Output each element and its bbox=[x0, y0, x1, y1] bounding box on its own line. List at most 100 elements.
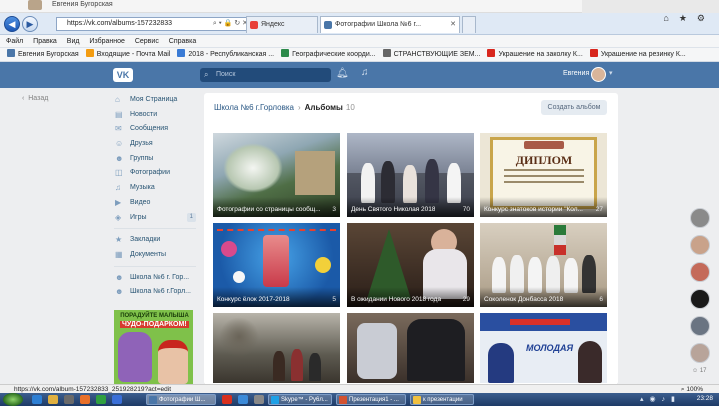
bell-icon[interactable]: 🔔︎ bbox=[336, 68, 349, 79]
album-tile[interactable]: Конкурс ёлок 2017-2018 5 bbox=[213, 223, 340, 307]
sidebar-item-news[interactable]: ▤ Новости bbox=[114, 108, 196, 123]
sidebar-item-documents[interactable]: ▦ Документы bbox=[114, 248, 196, 263]
breadcrumb-group[interactable]: Школа №6 г.Горловка bbox=[214, 103, 294, 112]
media-quicklaunch-icon[interactable] bbox=[64, 395, 74, 404]
sidebar-item-friends[interactable]: ☺ Друзья bbox=[114, 137, 196, 152]
explorer-quicklaunch-icon[interactable] bbox=[48, 395, 58, 404]
new-tab-button[interactable] bbox=[462, 16, 476, 33]
favorite-link[interactable]: Украшение на резинку К... bbox=[589, 48, 686, 61]
favorite-link[interactable]: СТРАНСТВУЮЩИЕ ЗЕМ... bbox=[382, 48, 480, 61]
album-tile[interactable]: В ожидании Нового 2018 года 29 bbox=[347, 223, 474, 307]
search-icon: ⌕ bbox=[204, 70, 209, 79]
album-title: Конкурс знатоков истории "Кол... bbox=[484, 206, 583, 213]
address-bar[interactable]: https://vk.com/albums-157232833 ⌕ ▾ 🔒 ↻ … bbox=[56, 17, 252, 31]
games-icon: ◈ bbox=[115, 212, 122, 222]
taskbar-window-label: Skype™ - Ру6л... bbox=[281, 397, 328, 403]
chat-count-value: 17 bbox=[699, 368, 707, 374]
app-quicklaunch-icon[interactable] bbox=[96, 395, 106, 404]
sidebar-item-photos[interactable]: ◫ Фотографии bbox=[114, 166, 196, 181]
create-album-button[interactable]: Создать альбом bbox=[541, 100, 607, 115]
start-button[interactable] bbox=[3, 393, 23, 406]
sidebar-item-video[interactable]: ▶ Видео bbox=[114, 196, 196, 211]
menu-help[interactable]: Справка bbox=[169, 35, 196, 48]
close-tab-icon[interactable]: ✕ bbox=[450, 17, 456, 33]
tab-yandex[interactable]: Яндекс bbox=[246, 16, 318, 33]
taskbar-window-folder[interactable]: к презентации bbox=[410, 394, 474, 405]
album-tile[interactable]: ДИПЛОМ Конкурс знатоков истории "Кол... … bbox=[480, 133, 607, 217]
tab-vk-photos[interactable]: Фотографии Школа №6 г... ✕ bbox=[320, 16, 460, 33]
back-label: Назад bbox=[28, 95, 49, 102]
sidebar-item-home[interactable]: ⌂ Моя Страница bbox=[114, 93, 196, 108]
chat-online-count[interactable]: ☺ 17 bbox=[692, 368, 707, 374]
favorite-favicon-icon bbox=[382, 49, 391, 57]
favorite-link[interactable]: Входящие - Почта Mail bbox=[85, 48, 170, 61]
pdf-taskbar-icon[interactable] bbox=[222, 395, 232, 404]
word-quicklaunch-icon[interactable] bbox=[112, 395, 122, 404]
ie-quicklaunch-icon[interactable] bbox=[32, 395, 42, 404]
taskbar-clock[interactable]: 23:28 bbox=[697, 395, 713, 402]
album-cover-flag bbox=[554, 225, 566, 255]
address-tools-icon[interactable]: ⌕ ▾ 🔒 ↻ ✕ bbox=[213, 18, 248, 30]
sidebar-item-label: Фотографии bbox=[130, 169, 171, 177]
sidebar-item-messages[interactable]: ✉ Сообщения bbox=[114, 122, 196, 137]
search-input[interactable]: ⌕ Поиск bbox=[200, 68, 331, 82]
vk-favicon-icon bbox=[324, 21, 332, 29]
menu-favorites[interactable]: Избранное bbox=[89, 35, 124, 48]
sidebar-item-group[interactable]: ☻ Школа №6 г.Горл... bbox=[114, 285, 196, 300]
window-controls[interactable]: ⌂★⚙ bbox=[663, 13, 715, 24]
menu-file[interactable]: Файл bbox=[6, 35, 23, 48]
system-tray-icons[interactable]: ▴ ◉ ♪ ▮ bbox=[640, 395, 677, 403]
back-link[interactable]: ‹ Назад bbox=[22, 95, 48, 102]
strip-user-name: Евгения Бугорская bbox=[52, 1, 113, 8]
chat-avatar[interactable] bbox=[690, 262, 710, 282]
firefox-quicklaunch-icon[interactable] bbox=[80, 395, 90, 404]
news-icon: ▤ bbox=[115, 109, 123, 119]
vk-logo[interactable]: VK bbox=[113, 68, 133, 82]
chat-avatar[interactable] bbox=[690, 343, 710, 363]
album-title: В ожидании Нового 2018 года bbox=[351, 296, 442, 303]
chevron-down-icon[interactable]: ▾ bbox=[609, 69, 613, 77]
album-tile[interactable]: День Святого Николая 2018 70 bbox=[347, 133, 474, 217]
avatar bbox=[28, 0, 42, 10]
album-tile[interactable] bbox=[213, 313, 340, 383]
sidebar-item-group[interactable]: ☻ Школа №6 г. Гор... bbox=[114, 271, 196, 286]
tab-label: Фотографии Школа №6 г... bbox=[335, 21, 422, 28]
menu-tools[interactable]: Сервис bbox=[135, 35, 159, 48]
chat-avatar[interactable] bbox=[690, 316, 710, 336]
word-taskbar-icon[interactable] bbox=[238, 395, 248, 404]
taskbar-window-ie[interactable]: Фотографии Ш... bbox=[146, 394, 216, 405]
ad-toy-image bbox=[118, 332, 152, 382]
ad-banner[interactable]: ПОРАДУЙТЕ МАЛЫША ЧУДО-ПОДАРКОМ! bbox=[114, 310, 193, 384]
chat-avatar[interactable] bbox=[690, 208, 710, 228]
sidebar-item-games[interactable]: ◈ Игры 1 bbox=[114, 211, 196, 226]
sidebar-item-groups[interactable]: ☻ Группы bbox=[114, 152, 196, 167]
album-tile[interactable] bbox=[347, 313, 474, 383]
chat-avatar[interactable] bbox=[690, 289, 710, 309]
header-user-name[interactable]: Евгения bbox=[563, 70, 589, 77]
back-button[interactable]: ◀ bbox=[4, 16, 20, 32]
favorite-link[interactable]: Евгения Бугорская bbox=[7, 48, 79, 61]
favorite-link[interactable]: 2018 - Республиканская ... bbox=[177, 48, 274, 61]
header-avatar[interactable] bbox=[591, 67, 606, 82]
taskbar-window-skype[interactable]: Skype™ - Ру6л... bbox=[268, 394, 332, 405]
music-player-icon[interactable]: ♫ bbox=[361, 67, 369, 78]
ad-child-image bbox=[158, 340, 188, 384]
album-title: Фотографии со страницы сообщ... bbox=[217, 206, 321, 213]
favorite-link[interactable]: Географические коорди... bbox=[281, 48, 376, 61]
forward-button[interactable]: ▶ bbox=[22, 16, 38, 32]
menu-view[interactable]: Вид bbox=[67, 35, 80, 48]
sidebar-item-label: Игры bbox=[130, 213, 147, 221]
album-tile[interactable]: Соколенок Донбасса 2018 6 bbox=[480, 223, 607, 307]
taskbar-window-powerpoint[interactable]: Презентация1 - ... bbox=[336, 394, 406, 405]
album-cover-banner-text: МОЛОДАЯ bbox=[526, 343, 574, 353]
album-tile[interactable]: МОЛОДАЯ bbox=[480, 313, 607, 383]
app-taskbar-icon[interactable] bbox=[254, 395, 264, 404]
zoom-icon: ⌕ bbox=[680, 386, 685, 393]
sidebar-item-bookmarks[interactable]: ★ Закладки bbox=[114, 233, 196, 248]
sidebar-item-music[interactable]: ♫ Музыка bbox=[114, 181, 196, 196]
menu-edit[interactable]: Правка bbox=[33, 35, 57, 48]
favorite-link[interactable]: Украшение на заколку К... bbox=[487, 48, 583, 61]
chat-avatar[interactable] bbox=[690, 235, 710, 255]
powerpoint-taskbar-icon bbox=[339, 396, 347, 404]
album-tile[interactable]: Фотографии со страницы сообщ... 3 bbox=[213, 133, 340, 217]
